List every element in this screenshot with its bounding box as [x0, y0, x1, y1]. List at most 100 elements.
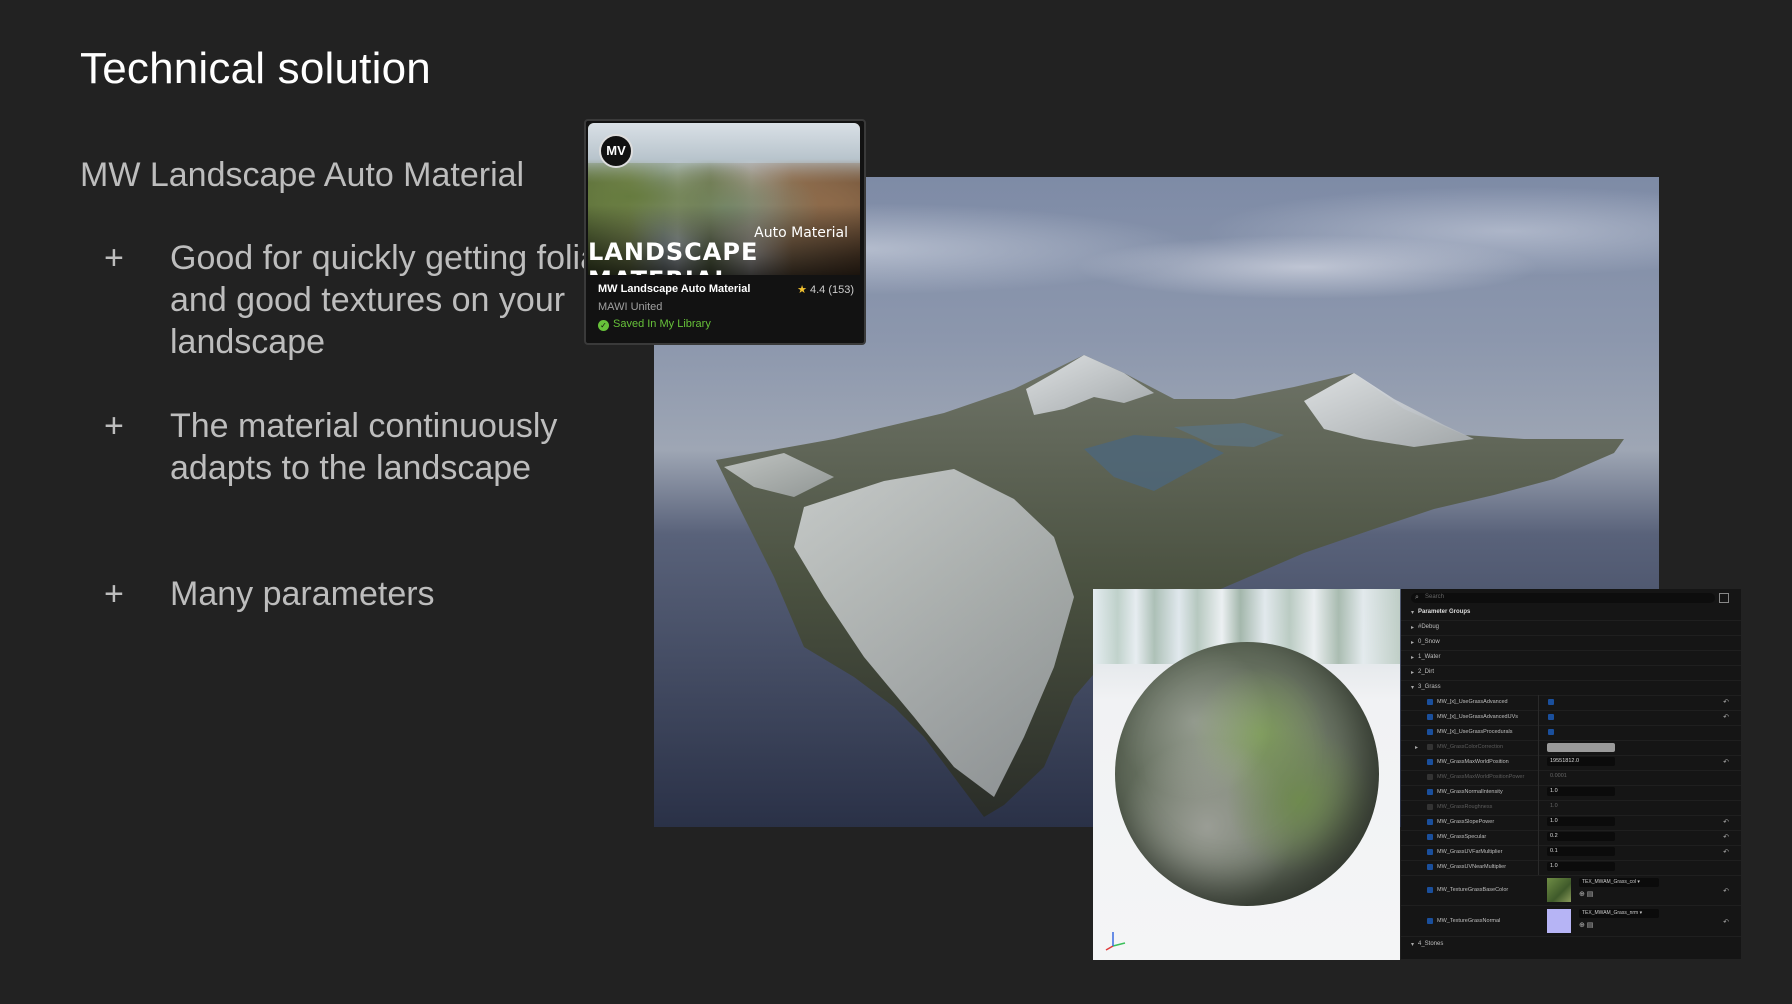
- reset-arrow-icon[interactable]: ↶: [1723, 887, 1729, 895]
- product-card[interactable]: MV Auto Material LANDSCAPE MATERIAL MW L…: [584, 119, 866, 345]
- enable-checkbox[interactable]: [1427, 789, 1433, 795]
- column-divider: [1538, 860, 1539, 875]
- product-name: MW Landscape Auto Material: [598, 283, 751, 295]
- param-row[interactable]: MW_GrassRoughness 1.0: [1401, 800, 1741, 816]
- value-checkbox[interactable]: [1548, 699, 1554, 705]
- param-row[interactable]: MW_GrassSpecular 0.2 ↶: [1401, 830, 1741, 846]
- column-divider: [1538, 770, 1539, 785]
- column-divider: [1538, 800, 1539, 815]
- banner-title: LANDSCAPE MATERIAL: [588, 238, 759, 275]
- enable-checkbox[interactable]: [1427, 819, 1433, 825]
- material-preview-viewport[interactable]: [1093, 589, 1400, 960]
- value-checkbox[interactable]: [1548, 729, 1554, 735]
- chevron-down-icon: ▾: [1411, 610, 1415, 616]
- parameter-search-input[interactable]: ⌕ Search: [1411, 593, 1715, 603]
- value-checkbox[interactable]: [1548, 714, 1554, 720]
- reset-arrow-icon[interactable]: ↶: [1723, 833, 1729, 841]
- star-icon: ★: [797, 284, 807, 296]
- slide-title: Technical solution: [80, 44, 431, 93]
- texture-thumbnail[interactable]: [1547, 878, 1571, 902]
- column-divider: [1538, 845, 1539, 860]
- axis-gizmo-icon: [1105, 932, 1126, 951]
- chevron-right-icon: ▸: [1415, 745, 1419, 751]
- saved-status: ✓ Saved In My Library: [598, 318, 711, 331]
- texture-param-row[interactable]: MW_TextureGrassNormal TEX_MWAM_Grass_nrm…: [1401, 906, 1741, 937]
- chevron-right-icon: ▸: [1411, 655, 1415, 661]
- product-rating: ★ 4.4 (153): [797, 283, 854, 296]
- enable-checkbox[interactable]: [1427, 729, 1433, 735]
- reset-arrow-icon[interactable]: ↶: [1723, 848, 1729, 856]
- material-preview-sphere: [1115, 642, 1379, 906]
- chevron-down-icon: ▾: [1411, 942, 1415, 948]
- enable-checkbox[interactable]: [1427, 744, 1433, 750]
- color-swatch[interactable]: [1547, 743, 1615, 752]
- group-debug[interactable]: ▸ #Debug: [1401, 620, 1741, 636]
- param-row[interactable]: MW_[x]_UseGrassProcedurals: [1401, 725, 1741, 741]
- param-row[interactable]: ▸ MW_GrassColorCorrection: [1401, 740, 1741, 756]
- reset-arrow-icon[interactable]: ↶: [1723, 713, 1729, 721]
- parameter-groups-header[interactable]: ▾ Parameter Groups: [1401, 605, 1741, 621]
- enable-checkbox[interactable]: [1427, 774, 1433, 780]
- enable-checkbox[interactable]: [1427, 918, 1433, 924]
- group-grass[interactable]: ▾ 3_Grass: [1401, 680, 1741, 696]
- rating-value: 4.4: [809, 284, 826, 296]
- enable-checkbox[interactable]: [1427, 759, 1433, 765]
- bullet-text: The material continuously adapts to the …: [170, 407, 558, 487]
- param-row[interactable]: MW_[x]_UseGrassAdvancedUVs ↶: [1401, 710, 1741, 726]
- enable-checkbox[interactable]: [1427, 804, 1433, 810]
- brand-logo-icon: MV: [599, 134, 633, 168]
- enable-checkbox[interactable]: [1427, 714, 1433, 720]
- group-snow[interactable]: ▸ 0_Snow: [1401, 635, 1741, 651]
- reset-arrow-icon[interactable]: ↶: [1723, 698, 1729, 706]
- vendor-name[interactable]: MAWI United: [598, 301, 662, 313]
- column-divider: [1538, 725, 1539, 740]
- column-divider: [1538, 695, 1539, 710]
- grid-view-icon[interactable]: [1719, 593, 1729, 603]
- column-divider: [1538, 755, 1539, 770]
- search-placeholder: Search: [1425, 594, 1445, 600]
- column-divider: [1538, 785, 1539, 800]
- product-banner-image: MV Auto Material LANDSCAPE MATERIAL: [588, 123, 860, 275]
- enable-checkbox[interactable]: [1427, 834, 1433, 840]
- saved-label: Saved In My Library: [613, 318, 711, 330]
- enable-checkbox[interactable]: [1427, 849, 1433, 855]
- param-row[interactable]: MW_[x]_UseGrassAdvanced ↶: [1401, 695, 1741, 711]
- bullet-text: Many parameters: [170, 575, 435, 613]
- plus-icon: +: [104, 575, 124, 613]
- slide-subtitle: MW Landscape Auto Material: [80, 156, 525, 194]
- param-row[interactable]: MW_GrassUVFarMultiplier 0.1 ↶: [1401, 845, 1741, 861]
- browse-icons[interactable]: ⊕ ▤: [1579, 890, 1593, 898]
- texture-asset-dropdown[interactable]: TEX_MWAM_Grass_col ▾: [1579, 878, 1659, 887]
- param-row[interactable]: MW_GrassMaxWorldPosition 19551812.0 ↶: [1401, 755, 1741, 771]
- reset-arrow-icon[interactable]: ↶: [1723, 918, 1729, 926]
- chevron-down-icon: ▾: [1411, 685, 1415, 691]
- search-icon: ⌕: [1415, 594, 1419, 601]
- enable-checkbox[interactable]: [1427, 887, 1433, 893]
- plus-icon: +: [104, 239, 124, 277]
- column-divider: [1538, 740, 1539, 755]
- group-dirt[interactable]: ▸ 2_Dirt: [1401, 665, 1741, 681]
- reset-arrow-icon[interactable]: ↶: [1723, 818, 1729, 826]
- chevron-right-icon: ▸: [1411, 670, 1415, 676]
- group-water[interactable]: ▸ 1_Water: [1401, 650, 1741, 666]
- param-row[interactable]: MW_GrassUVNearMultiplier 1.0: [1401, 860, 1741, 876]
- texture-thumbnail[interactable]: [1547, 909, 1571, 933]
- texture-asset-dropdown[interactable]: TEX_MWAM_Grass_nrm ▾: [1579, 909, 1659, 918]
- reset-arrow-icon[interactable]: ↶: [1723, 758, 1729, 766]
- texture-param-row[interactable]: MW_TextureGrassBaseColor TEX_MWAM_Grass_…: [1401, 875, 1741, 906]
- group-stones[interactable]: ▾ 4_Stones: [1401, 937, 1741, 952]
- browse-icons[interactable]: ⊕ ▤: [1579, 921, 1593, 929]
- chevron-right-icon: ▸: [1411, 625, 1415, 631]
- enable-checkbox[interactable]: [1427, 699, 1433, 705]
- chevron-right-icon: ▸: [1411, 640, 1415, 646]
- param-row[interactable]: MW_GrassSlopePower 1.0 ↶: [1401, 815, 1741, 831]
- column-divider: [1538, 815, 1539, 830]
- plus-icon: +: [104, 407, 124, 445]
- rating-count: (153): [828, 284, 854, 296]
- column-divider: [1538, 830, 1539, 845]
- param-row[interactable]: MW_GrassMaxWorldPositionPower 0.0001: [1401, 770, 1741, 786]
- param-row[interactable]: MW_GrassNormalIntensity 1.0: [1401, 785, 1741, 801]
- column-divider: [1538, 710, 1539, 725]
- check-circle-icon: ✓: [598, 320, 609, 331]
- enable-checkbox[interactable]: [1427, 864, 1433, 870]
